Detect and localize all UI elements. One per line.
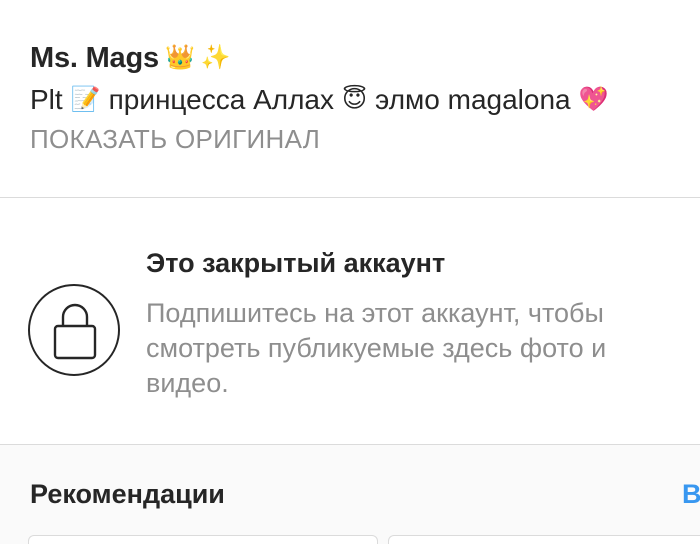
crown-icon: 👑 — [164, 44, 195, 71]
private-account-notice: Это закрытый аккаунт Подпишитесь на этот… — [0, 198, 700, 444]
bio-part: элмо magalona — [375, 84, 571, 115]
lock-icon-glyph — [53, 303, 97, 360]
bio-part: Plt — [30, 84, 63, 115]
profile-page: Ms. Mags 👑 ✨ Plt 📝 принцесса Аллах 😇 элм… — [0, 0, 700, 544]
recommendation-card[interactable] — [28, 535, 378, 544]
private-account-title: Это закрытый аккаунт — [146, 248, 446, 278]
show-original-link[interactable]: ПОКАЗАТЬ ОРИГИНАЛ — [30, 124, 320, 160]
profile-name: Ms. Mags — [30, 41, 159, 74]
bio-part: принцесса Аллах — [108, 84, 334, 115]
sparkles-icon: ✨ — [200, 44, 231, 71]
recommendations-section: Рекомендации В — [0, 445, 700, 544]
recommendations-title: Рекомендации — [30, 479, 225, 509]
private-account-description: Подпишитесь на этот аккаунт, чтобы смотр… — [146, 298, 607, 398]
see-all-link[interactable]: В — [682, 479, 700, 510]
recommendation-card[interactable] — [388, 535, 700, 544]
profile-name-row: Ms. Mags 👑 ✨ — [30, 38, 700, 78]
memo-icon: 📝 — [70, 86, 101, 113]
bio-text: Plt 📝 принцесса Аллах 😇 элмо magalona 💖 — [30, 78, 700, 122]
sparkling-heart-icon: 💖 — [578, 86, 609, 113]
profile-bio: Ms. Mags 👑 ✨ Plt 📝 принцесса Аллах 😇 элм… — [30, 38, 700, 160]
lock-icon — [28, 284, 120, 376]
angel-icon: 😇 — [342, 86, 368, 113]
